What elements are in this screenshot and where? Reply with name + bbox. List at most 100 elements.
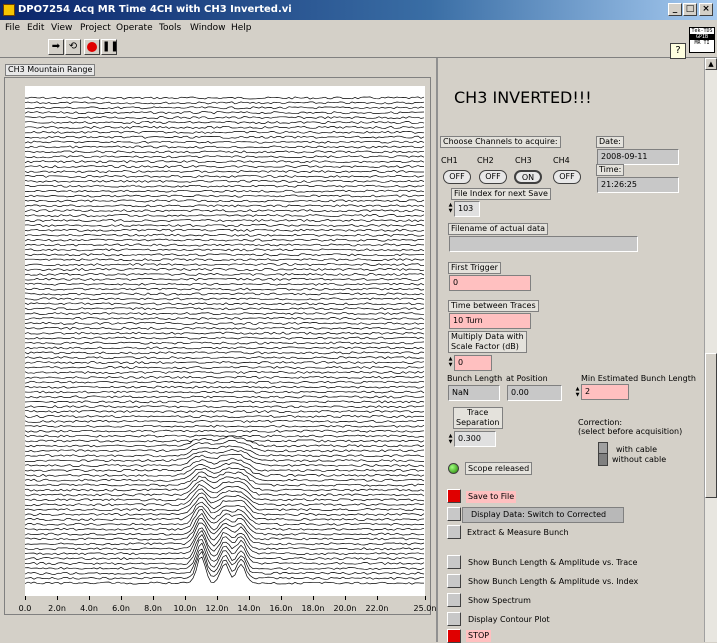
trace-line: [25, 277, 425, 281]
trace-line: [25, 96, 425, 100]
x-tick-label: 16.0n: [269, 604, 293, 613]
trace-line: [25, 341, 425, 345]
ch4-toggle[interactable]: OFF: [553, 170, 581, 184]
trace-line: [25, 150, 425, 154]
vi-window-icon: [3, 4, 15, 16]
ch3-toggle[interactable]: ON: [514, 170, 542, 184]
multiply-spinner-icon[interactable]: ▲ ▼: [448, 356, 453, 368]
trace-line: [25, 223, 425, 227]
trace-line: [25, 116, 425, 120]
file-index-input[interactable]: 103: [454, 201, 480, 217]
trace-line: [25, 365, 425, 369]
trace-line: [25, 258, 425, 262]
show-spectrum-button[interactable]: [447, 593, 461, 607]
menu-view[interactable]: View: [51, 20, 72, 36]
trace-line: [25, 135, 425, 139]
cable-switch-knob[interactable]: [599, 443, 607, 454]
cable-correction-switch[interactable]: [598, 442, 608, 466]
context-help-icon[interactable]: ?: [670, 43, 686, 59]
trace-line: [25, 267, 425, 271]
trace-line: [25, 405, 425, 409]
time-between-input[interactable]: 10 Turn: [449, 313, 531, 329]
menu-tools[interactable]: Tools: [159, 20, 181, 36]
trace-line: [25, 297, 425, 301]
scroll-thumb[interactable]: [705, 353, 717, 498]
at-position-label: at Position: [506, 374, 548, 383]
ch1-toggle[interactable]: OFF: [443, 170, 471, 184]
trace-line: [25, 170, 424, 173]
extract-measure-button[interactable]: [447, 525, 461, 539]
close-button[interactable]: ×: [699, 3, 713, 16]
x-tick-mark: [185, 596, 186, 600]
filename-field: [449, 236, 638, 252]
menu-window[interactable]: Window: [190, 20, 226, 36]
display-data-button[interactable]: [447, 507, 461, 521]
trace-sep-spinner-icon[interactable]: ▲ ▼: [448, 433, 453, 445]
maximize-button[interactable]: □: [683, 3, 697, 16]
min-est-input[interactable]: 2: [581, 384, 629, 400]
run-arrow-icon[interactable]: ➡: [48, 39, 64, 55]
menu-operate[interactable]: Operate: [116, 20, 153, 36]
trace-line: [25, 228, 425, 232]
x-tick-label: 2.0n: [48, 604, 66, 613]
trace-line: [25, 101, 425, 105]
abort-icon[interactable]: [84, 39, 100, 55]
plot-area: [25, 86, 425, 596]
x-tick-mark: [57, 596, 58, 600]
x-tick-mark: [121, 596, 122, 600]
file-index-spinner-icon[interactable]: ▲ ▼: [448, 202, 453, 214]
trace-line: [25, 336, 425, 340]
mountain-range-graph[interactable]: 0.0 2.0n 4.0n 6.0n 8.0n 10.0n 12.0n 14.0n 16.0n 1…: [4, 77, 436, 615]
trace-line: [25, 214, 425, 218]
x-tick-mark: [25, 596, 26, 600]
trace-line: [25, 204, 425, 208]
pause-icon[interactable]: ❚❚: [101, 39, 119, 55]
show-bunch-trace-button[interactable]: [447, 555, 461, 569]
menu-file[interactable]: File: [5, 20, 20, 36]
x-tick-mark: [89, 596, 90, 600]
trace-line: [25, 356, 425, 360]
trace-line: [25, 361, 425, 365]
display-contour-label: Display Contour Plot: [468, 615, 550, 624]
trace-sep-label-line2: Separation: [456, 418, 500, 427]
trace-line: [25, 419, 425, 423]
multiply-label-line1: Multiply Data with: [451, 332, 524, 341]
vertical-scrollbar[interactable]: ▲: [704, 58, 717, 642]
date-field: 2008-09-11: [597, 149, 679, 165]
x-tick-label: 0.0: [18, 604, 32, 613]
trace-line: [25, 184, 425, 188]
trace-sep-input[interactable]: 0.300: [454, 431, 496, 447]
trace-line: [25, 130, 425, 134]
menu-help[interactable]: Help: [231, 20, 252, 36]
display-contour-button[interactable]: [447, 612, 461, 626]
save-to-file-button[interactable]: [447, 489, 461, 503]
trace-line: [25, 233, 425, 237]
menu-edit[interactable]: Edit: [27, 20, 44, 36]
menu-project[interactable]: Project: [80, 20, 111, 36]
show-bunch-index-button[interactable]: [447, 574, 461, 588]
correction-label-line2: (select before acquisition): [578, 427, 683, 436]
first-trigger-input[interactable]: 0: [449, 275, 531, 291]
ch2-toggle[interactable]: OFF: [479, 170, 507, 184]
stop-button[interactable]: [447, 629, 461, 643]
trace-line: [25, 302, 425, 306]
time-between-label: Time between Traces: [448, 300, 539, 312]
minimize-button[interactable]: _: [668, 3, 682, 16]
trace-line: [25, 179, 425, 183]
x-tick-label: 8.0n: [144, 604, 162, 613]
trace-line: [25, 395, 425, 399]
multiply-label: Multiply Data with Scale Factor (dB): [448, 331, 527, 353]
x-tick-mark: [281, 596, 282, 600]
multiply-input[interactable]: 0: [454, 355, 492, 371]
x-tick-label: 4.0n: [80, 604, 98, 613]
show-spectrum-label: Show Spectrum: [468, 596, 531, 605]
scroll-up-icon[interactable]: ▲: [705, 58, 717, 70]
x-tick-mark: [377, 596, 378, 600]
trace-line: [25, 272, 425, 276]
trace-line: [25, 282, 425, 286]
trace-line: [25, 253, 425, 257]
trace-line: [25, 400, 425, 404]
trace-line: [25, 121, 425, 124]
min-est-spinner-icon[interactable]: ▲ ▼: [575, 386, 580, 398]
run-continuously-icon[interactable]: ⟲: [65, 39, 81, 55]
